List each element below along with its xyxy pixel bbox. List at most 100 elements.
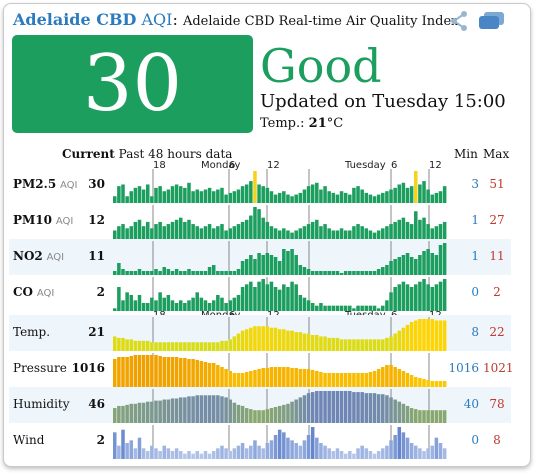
history-bar xyxy=(389,336,393,351)
history-bar xyxy=(236,224,241,239)
history-bar xyxy=(220,224,224,239)
history-bar xyxy=(401,182,406,203)
history-bar xyxy=(150,342,154,351)
history-bar xyxy=(282,432,286,459)
temp-label: Temp.: xyxy=(260,116,305,131)
history-bar xyxy=(195,395,199,423)
history-bar xyxy=(397,219,402,239)
history-bar xyxy=(414,320,418,351)
history-bar xyxy=(286,287,290,311)
history-bar xyxy=(121,429,125,459)
history-bar xyxy=(129,356,134,387)
pollutant-name: CO xyxy=(13,285,34,299)
history-bar xyxy=(133,187,138,203)
history-bar xyxy=(409,443,414,459)
history-bar xyxy=(376,308,381,311)
history-bar xyxy=(426,224,430,239)
history-bar xyxy=(343,391,348,423)
history-bar xyxy=(302,395,307,423)
history-bar xyxy=(401,217,406,239)
history-bar xyxy=(145,221,150,239)
history-bar xyxy=(220,187,224,203)
history-bar xyxy=(418,219,422,239)
history-bar xyxy=(249,255,253,275)
history-bar xyxy=(438,224,443,239)
history-bar xyxy=(393,399,397,423)
history-bar xyxy=(133,403,138,423)
history-bar xyxy=(224,369,228,387)
history-bar xyxy=(430,253,435,275)
history-bar xyxy=(121,357,125,387)
history-bar xyxy=(364,192,369,203)
history-bar xyxy=(199,228,204,239)
history-bar xyxy=(343,339,348,351)
history-bar xyxy=(162,399,166,423)
max-value: 27 xyxy=(489,213,505,227)
history-bar xyxy=(438,191,443,203)
history-bar xyxy=(178,358,183,387)
history-bar xyxy=(145,401,150,423)
history-bar xyxy=(125,339,129,351)
history-bar xyxy=(409,375,414,387)
history-bar xyxy=(211,228,216,239)
history-bar xyxy=(282,404,286,423)
history-bar xyxy=(310,335,315,351)
history-bar xyxy=(442,221,447,239)
history-bar xyxy=(352,392,356,423)
history-bar xyxy=(257,209,261,239)
history-chart xyxy=(113,353,447,387)
history-bar xyxy=(187,300,191,311)
history-bar xyxy=(249,181,253,203)
city-link[interactable]: Adelaide CBD xyxy=(13,10,136,29)
history-bar xyxy=(277,329,282,351)
history-bar xyxy=(339,339,344,351)
history-bar xyxy=(158,186,162,203)
history-bar xyxy=(244,284,249,311)
history-bar xyxy=(249,445,253,459)
history-bar xyxy=(178,300,183,311)
history-bar xyxy=(352,373,356,387)
history-bar xyxy=(183,358,187,387)
history-bar xyxy=(381,228,385,239)
history-bar xyxy=(434,437,439,459)
history-bar xyxy=(409,224,414,239)
history-bar xyxy=(315,182,319,203)
pollutant-name: PM2.5 xyxy=(13,177,57,191)
history-bar xyxy=(356,186,360,203)
history-bar xyxy=(162,297,166,311)
history-bar xyxy=(381,367,385,387)
min-header: Min xyxy=(454,147,478,161)
row-label: Pressure xyxy=(13,361,67,375)
history-bar xyxy=(150,297,154,311)
history-bar xyxy=(178,397,183,423)
history-bar xyxy=(257,281,261,311)
history-bar xyxy=(393,221,397,239)
history-bar xyxy=(203,226,208,239)
comment-icon[interactable] xyxy=(478,11,506,31)
history-bar xyxy=(174,448,179,459)
history-bar xyxy=(397,369,402,387)
history-bar xyxy=(113,359,117,387)
history-bar xyxy=(129,403,134,423)
history-bar xyxy=(381,394,385,423)
history-bar xyxy=(302,297,307,311)
history-chart xyxy=(113,389,447,423)
share-icon[interactable] xyxy=(448,10,470,32)
history-bar xyxy=(405,284,410,311)
history-bar xyxy=(298,192,303,203)
history-bar xyxy=(141,340,146,351)
history-bar xyxy=(315,437,319,459)
history-bar xyxy=(339,191,344,203)
history-bar xyxy=(178,186,183,203)
history-bar xyxy=(335,305,340,311)
history-bar xyxy=(191,359,195,387)
history-bar xyxy=(244,372,249,387)
history-bar xyxy=(240,287,245,311)
row-label: Wind xyxy=(13,433,44,447)
history-bar xyxy=(211,451,216,459)
history-bar xyxy=(277,367,282,387)
history-bar xyxy=(405,221,410,239)
history-bar xyxy=(298,397,303,423)
max-value: 51 xyxy=(489,177,505,191)
history-bar xyxy=(426,189,430,203)
